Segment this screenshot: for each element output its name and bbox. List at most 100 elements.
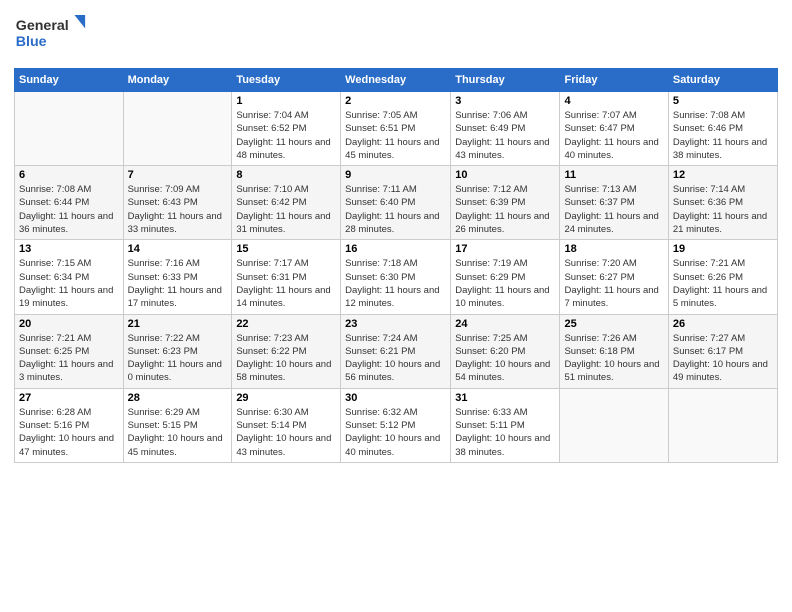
day-info: Sunrise: 7:08 AM Sunset: 6:44 PM Dayligh… — [19, 183, 119, 236]
calendar-table: SundayMondayTuesdayWednesdayThursdayFrid… — [14, 68, 778, 463]
day-info: Sunrise: 7:07 AM Sunset: 6:47 PM Dayligh… — [564, 109, 663, 162]
day-cell: 13 Sunrise: 7:15 AM Sunset: 6:34 PM Dayli… — [15, 240, 124, 314]
day-number: 11 — [564, 169, 663, 181]
day-number: 3 — [455, 95, 555, 107]
header: General Blue — [14, 10, 778, 60]
svg-text:General: General — [16, 18, 69, 34]
day-cell: 7 Sunrise: 7:09 AM Sunset: 6:43 PM Daylig… — [123, 166, 232, 240]
day-info: Sunrise: 7:19 AM Sunset: 6:29 PM Dayligh… — [455, 257, 555, 310]
day-cell: 30 Sunrise: 6:32 AM Sunset: 5:12 PM Dayli… — [341, 388, 451, 462]
day-number: 4 — [564, 95, 663, 107]
day-number: 16 — [345, 243, 446, 255]
logo-svg: General Blue — [14, 10, 94, 60]
day-number: 18 — [564, 243, 663, 255]
day-cell: 28Sunrise: 6:29 AM Sunset: 5:15 PM Dayli… — [123, 388, 232, 462]
day-info: Sunrise: 6:30 AM Sunset: 5:14 PM Dayligh… — [236, 406, 336, 459]
day-cell: 5 Sunrise: 7:08 AM Sunset: 6:46 PM Daylig… — [668, 92, 777, 166]
day-info: Sunrise: 7:23 AM Sunset: 6:22 PM Dayligh… — [236, 332, 336, 385]
day-info: Sunrise: 7:26 AM Sunset: 6:18 PM Dayligh… — [564, 332, 663, 385]
week-row-1: 1 Sunrise: 7:04 AM Sunset: 6:52 PM Daylig… — [15, 92, 778, 166]
week-row-2: 6 Sunrise: 7:08 AM Sunset: 6:44 PM Daylig… — [15, 166, 778, 240]
day-cell: 15 Sunrise: 7:17 AM Sunset: 6:31 PM Dayli… — [232, 240, 341, 314]
day-cell: 22 Sunrise: 7:23 AM Sunset: 6:22 PM Dayli… — [232, 314, 341, 388]
day-number: 23 — [345, 318, 446, 330]
weekday-saturday: Saturday — [668, 69, 777, 92]
day-number: 10 — [455, 169, 555, 181]
day-cell: 11 Sunrise: 7:13 AM Sunset: 6:37 PM Dayli… — [560, 166, 668, 240]
day-number: 29 — [236, 392, 336, 404]
day-number: 21 — [128, 318, 228, 330]
day-cell: 8 Sunrise: 7:10 AM Sunset: 6:42 PM Daylig… — [232, 166, 341, 240]
day-number: 9 — [345, 169, 446, 181]
weekday-friday: Friday — [560, 69, 668, 92]
day-cell — [560, 388, 668, 462]
day-cell: 18 Sunrise: 7:20 AM Sunset: 6:27 PM Dayli… — [560, 240, 668, 314]
day-info: Sunrise: 7:20 AM Sunset: 6:27 PM Dayligh… — [564, 257, 663, 310]
day-info: Sunrise: 7:24 AM Sunset: 6:21 PM Dayligh… — [345, 332, 446, 385]
day-cell: 24 Sunrise: 7:25 AM Sunset: 6:20 PM Dayli… — [451, 314, 560, 388]
day-cell: 29 Sunrise: 6:30 AM Sunset: 5:14 PM Dayli… — [232, 388, 341, 462]
week-row-4: 20 Sunrise: 7:21 AM Sunset: 6:25 PM Dayli… — [15, 314, 778, 388]
day-number: 15 — [236, 243, 336, 255]
day-number: 8 — [236, 169, 336, 181]
day-number: 20 — [19, 318, 119, 330]
day-number: 25 — [564, 318, 663, 330]
weekday-thursday: Thursday — [451, 69, 560, 92]
day-info: Sunrise: 7:13 AM Sunset: 6:37 PM Dayligh… — [564, 183, 663, 236]
week-row-3: 13 Sunrise: 7:15 AM Sunset: 6:34 PM Dayli… — [15, 240, 778, 314]
day-number: 2 — [345, 95, 446, 107]
day-info: Sunrise: 7:09 AM Sunset: 6:43 PM Dayligh… — [128, 183, 228, 236]
day-info: Sunrise: 7:08 AM Sunset: 6:46 PM Dayligh… — [673, 109, 773, 162]
day-number: 30 — [345, 392, 446, 404]
day-info: Sunrise: 7:22 AM Sunset: 6:23 PM Dayligh… — [128, 332, 228, 385]
day-info: Sunrise: 7:25 AM Sunset: 6:20 PM Dayligh… — [455, 332, 555, 385]
day-info: Sunrise: 7:12 AM Sunset: 6:39 PM Dayligh… — [455, 183, 555, 236]
day-cell — [15, 92, 124, 166]
weekday-monday: Monday — [123, 69, 232, 92]
day-number: 5 — [673, 95, 773, 107]
day-number: 27 — [19, 392, 119, 404]
day-info: Sunrise: 7:17 AM Sunset: 6:31 PM Dayligh… — [236, 257, 336, 310]
week-row-5: 27Sunrise: 6:28 AM Sunset: 5:16 PM Dayli… — [15, 388, 778, 462]
weekday-sunday: Sunday — [15, 69, 124, 92]
day-cell: 14Sunrise: 7:16 AM Sunset: 6:33 PM Dayli… — [123, 240, 232, 314]
svg-text:Blue: Blue — [16, 34, 47, 50]
day-cell: 16Sunrise: 7:18 AM Sunset: 6:30 PM Dayli… — [341, 240, 451, 314]
day-info: Sunrise: 7:21 AM Sunset: 6:26 PM Dayligh… — [673, 257, 773, 310]
day-cell: 31Sunrise: 6:33 AM Sunset: 5:11 PM Dayli… — [451, 388, 560, 462]
day-number: 1 — [236, 95, 336, 107]
day-info: Sunrise: 6:29 AM Sunset: 5:15 PM Dayligh… — [128, 406, 228, 459]
day-info: Sunrise: 6:32 AM Sunset: 5:12 PM Dayligh… — [345, 406, 446, 459]
day-cell: 12Sunrise: 7:14 AM Sunset: 6:36 PM Dayli… — [668, 166, 777, 240]
day-cell: 2 Sunrise: 7:05 AM Sunset: 6:51 PM Daylig… — [341, 92, 451, 166]
logo: General Blue — [14, 10, 94, 60]
day-number: 7 — [128, 169, 228, 181]
day-info: Sunrise: 7:06 AM Sunset: 6:49 PM Dayligh… — [455, 109, 555, 162]
day-cell: 3 Sunrise: 7:06 AM Sunset: 6:49 PM Daylig… — [451, 92, 560, 166]
day-number: 22 — [236, 318, 336, 330]
day-number: 14 — [128, 243, 228, 255]
day-info: Sunrise: 7:14 AM Sunset: 6:36 PM Dayligh… — [673, 183, 773, 236]
day-number: 24 — [455, 318, 555, 330]
day-info: Sunrise: 7:21 AM Sunset: 6:25 PM Dayligh… — [19, 332, 119, 385]
day-info: Sunrise: 7:11 AM Sunset: 6:40 PM Dayligh… — [345, 183, 446, 236]
day-number: 13 — [19, 243, 119, 255]
day-cell: 6 Sunrise: 7:08 AM Sunset: 6:44 PM Daylig… — [15, 166, 124, 240]
day-cell: 23 Sunrise: 7:24 AM Sunset: 6:21 PM Dayli… — [341, 314, 451, 388]
day-info: Sunrise: 7:04 AM Sunset: 6:52 PM Dayligh… — [236, 109, 336, 162]
day-cell — [123, 92, 232, 166]
day-number: 6 — [19, 169, 119, 181]
day-info: Sunrise: 7:10 AM Sunset: 6:42 PM Dayligh… — [236, 183, 336, 236]
day-cell: 19Sunrise: 7:21 AM Sunset: 6:26 PM Dayli… — [668, 240, 777, 314]
day-info: Sunrise: 7:05 AM Sunset: 6:51 PM Dayligh… — [345, 109, 446, 162]
weekday-tuesday: Tuesday — [232, 69, 341, 92]
day-cell: 27Sunrise: 6:28 AM Sunset: 5:16 PM Dayli… — [15, 388, 124, 462]
day-number: 17 — [455, 243, 555, 255]
day-info: Sunrise: 6:33 AM Sunset: 5:11 PM Dayligh… — [455, 406, 555, 459]
day-info: Sunrise: 7:15 AM Sunset: 6:34 PM Dayligh… — [19, 257, 119, 310]
day-cell: 17 Sunrise: 7:19 AM Sunset: 6:29 PM Dayli… — [451, 240, 560, 314]
day-cell — [668, 388, 777, 462]
day-cell: 20 Sunrise: 7:21 AM Sunset: 6:25 PM Dayli… — [15, 314, 124, 388]
weekday-header-row: SundayMondayTuesdayWednesdayThursdayFrid… — [15, 69, 778, 92]
day-cell: 4 Sunrise: 7:07 AM Sunset: 6:47 PM Daylig… — [560, 92, 668, 166]
